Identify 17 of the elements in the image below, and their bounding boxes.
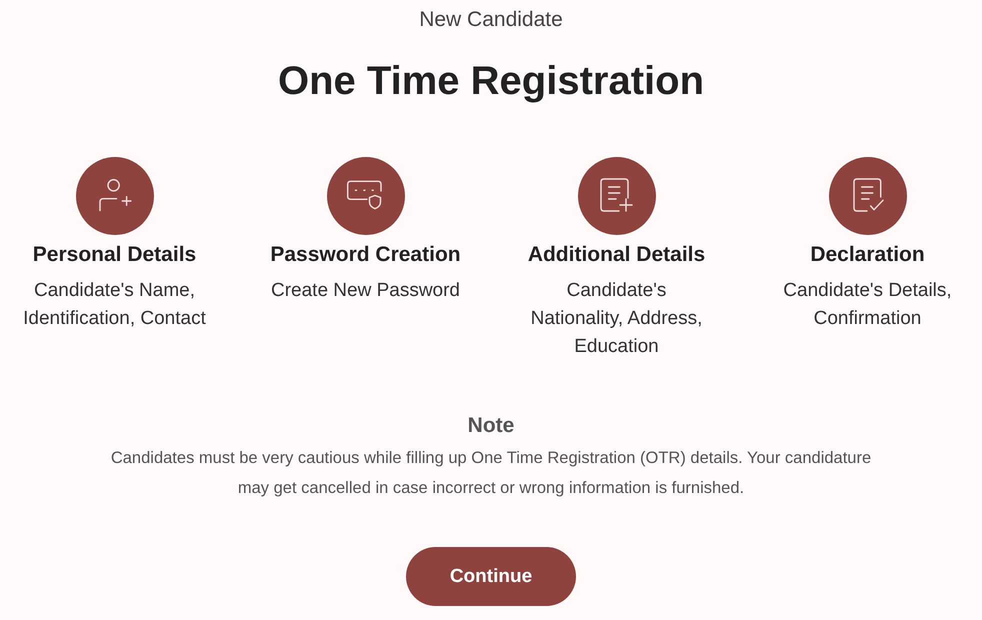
step-title: Additional Details: [528, 242, 706, 268]
document-check-icon: [828, 157, 906, 235]
step-title: Declaration: [810, 242, 925, 268]
step-description: Candidate's Nationality, Address, Education: [530, 279, 702, 359]
password-shield-icon: [326, 157, 404, 235]
continue-button[interactable]: Continue: [406, 547, 576, 606]
note-text: Candidates must be very cautious while filling up One Time Registration (OTR) details. Your candidature may get cancelled in case incorrect or wrong information is furnished.: [110, 448, 872, 499]
document-plus-icon: [578, 157, 656, 235]
step-title: Password Creation: [270, 242, 461, 268]
step-description: Candidate's Name, Identification, Contact: [23, 279, 206, 331]
step-title: Personal Details: [32, 242, 196, 268]
page-title: One Time Registration: [278, 58, 704, 105]
note-title: Note: [468, 413, 514, 439]
person-plus-icon: [76, 157, 154, 235]
step-description: Candidate's Details, Confirmation: [783, 279, 952, 331]
page-subtitle: New Candidate: [419, 7, 563, 33]
step-description: Create New Password: [270, 279, 460, 303]
